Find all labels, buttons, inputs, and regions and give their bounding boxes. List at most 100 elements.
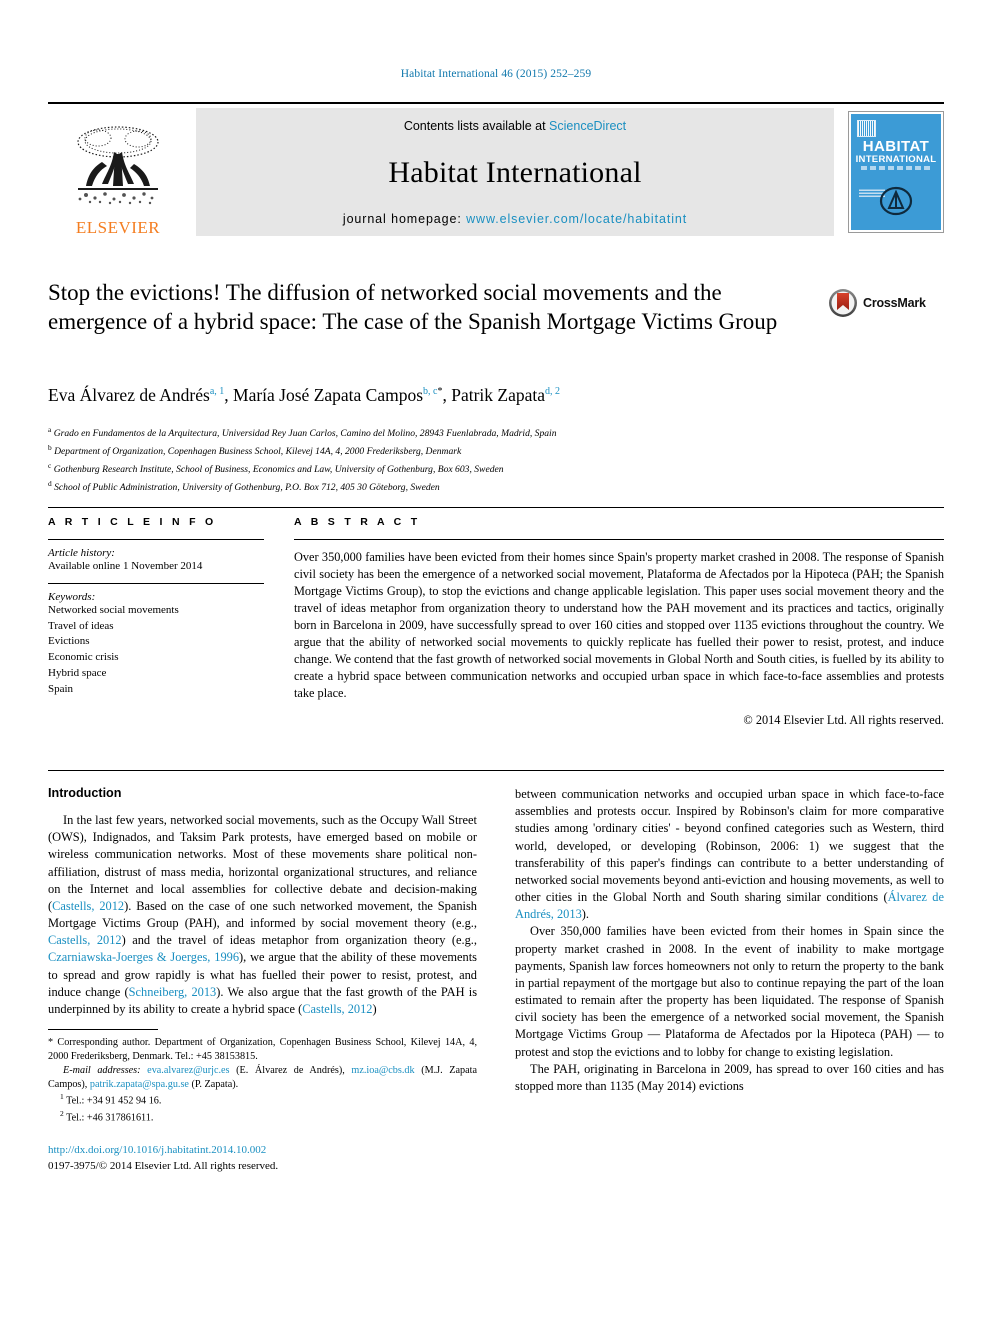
footnote-corresponding-author: * Corresponding author. Department of Or… (48, 1037, 477, 1063)
keywords-label: Keywords: (48, 590, 96, 603)
affiliation-text: Grado en Fundamentos de la Arquitectura,… (53, 428, 557, 440)
cover-subtitle-bars (861, 166, 931, 170)
journal-title: Habitat International (388, 155, 642, 189)
elsevier-logo: ELSEVIER (48, 108, 188, 236)
footnote-tel-1: 1 Tel.: +34 91 452 94 16. (48, 1092, 477, 1108)
citation-link[interactable]: Schneiberg, 2013 (129, 985, 217, 999)
doi-issn-block: http://dx.doi.org/10.1016/j.habitatint.2… (48, 1143, 477, 1174)
affiliation-mark: b (48, 443, 52, 453)
author-affiliation-marks[interactable]: b, c (423, 386, 437, 397)
affiliation-item: b Department of Organization, Copenhagen… (48, 442, 848, 460)
footnote-mark: 1 (60, 1092, 64, 1102)
abstract-copyright: © 2014 Elsevier Ltd. All rights reserved… (743, 712, 944, 727)
paragraph-text: ) (372, 1001, 377, 1016)
footnote-mark: 2 (60, 1108, 64, 1118)
article-history-value: Available online 1 November 2014 (48, 560, 203, 572)
elsevier-tree-icon (77, 126, 159, 205)
keyword-item: Travel of ideas (48, 619, 114, 632)
author-list: Eva Álvarez de Andrésa, 1, María José Za… (48, 385, 561, 405)
affiliation-mark: c (48, 461, 52, 471)
habitat-emblem-icon (879, 186, 913, 216)
footnote-text: Tel.: +46 317861611. (66, 1112, 154, 1124)
paper-page: Habitat International 46 (2015) 252–259 (0, 0, 992, 1323)
citation-link[interactable]: Castells, 2012 (52, 899, 124, 913)
journal-homepage-link[interactable]: www.elsevier.com/locate/habitatint (466, 212, 687, 226)
email-owner: (E. Álvarez de Andrés), (236, 1065, 345, 1077)
email-link[interactable]: patrik.zapata@spa.gu.se (90, 1079, 189, 1090)
contents-prefix: Contents lists available at (403, 119, 550, 133)
sciencedirect-link[interactable]: ScienceDirect (549, 119, 626, 133)
paragraph-text: between communication networks and occup… (515, 787, 944, 905)
keyword-item: Hybrid space (48, 667, 107, 680)
body-column-right: between communication networks and occup… (515, 786, 944, 1175)
affiliation-text: Department of Organization, Copenhagen B… (54, 446, 462, 458)
affiliation-item: c Gothenburg Research Institute, School … (48, 460, 848, 478)
elsevier-wordmark: ELSEVIER (75, 218, 161, 237)
body-top-rule (48, 770, 944, 771)
article-history-label: Article history: (48, 547, 115, 559)
cover-title-line2: INTERNATIONAL (855, 154, 937, 165)
keywords-group: Keywords: Networked social movements Tra… (48, 584, 264, 707)
page-title: Stop the evictions! The diffusion of net… (48, 280, 778, 335)
crossmark-label: CrossMark (863, 296, 926, 310)
corresponding-author-marker[interactable]: * (437, 386, 442, 397)
email-owner: (P. Zapata). (191, 1079, 239, 1091)
section-heading-introduction: Introduction (48, 786, 122, 800)
footnote-separator (48, 1029, 158, 1031)
citation-link[interactable]: Czarniawska-Joerges & Joerges, 1996 (48, 950, 239, 964)
title-block: Stop the evictions! The diffusion of net… (48, 278, 808, 337)
crossmark-icon (829, 289, 857, 317)
citation-link[interactable]: Castells, 2012 (302, 1002, 372, 1016)
keyword-item: Networked social movements (48, 603, 179, 616)
author-name: Patrik Zapata (451, 385, 546, 405)
paragraph: In the last few years, networked social … (48, 812, 477, 1018)
abstract-text: Over 350,000 families have been evicted … (294, 550, 944, 700)
author-name: María José Zapata Campos (233, 385, 424, 405)
crossmark-badge[interactable]: CrossMark (828, 288, 926, 318)
footnote-emails: E-mail addresses: eva.alvarez@urjc.es (E… (48, 1064, 477, 1092)
paragraph: Over 350,000 families have been evicted … (515, 924, 944, 1059)
author-name: Eva Álvarez de Andrés (48, 385, 210, 405)
running-head: Habitat International 46 (2015) 252–259 (400, 68, 592, 80)
author-affiliation-marks[interactable]: a, 1 (210, 386, 224, 397)
paragraph: between communication networks and occup… (515, 786, 944, 923)
journal-masthead: ELSEVIER Contents lists available at Sci… (48, 102, 944, 236)
body-column-left: Introduction In the last few years, netw… (48, 786, 477, 1175)
paragraph: The PAH, originating in Barcelona in 200… (515, 1061, 944, 1093)
affiliation-list: a Grado en Fundamentos de la Arquitectur… (48, 424, 848, 496)
issn-copyright-line: 0197-3975/© 2014 Elsevier Ltd. All right… (48, 1159, 279, 1172)
doi-link[interactable]: http://dx.doi.org/10.1016/j.habitatint.2… (48, 1143, 477, 1159)
author-affiliation-marks[interactable]: d, 2 (545, 386, 560, 397)
journal-band: Contents lists available at ScienceDirec… (196, 108, 834, 236)
keyword-item: Economic crisis (48, 651, 119, 664)
footnote-text: Tel.: +34 91 452 94 16. (66, 1095, 162, 1107)
footnote-tel-2: 2 Tel.: +46 317861611. (48, 1109, 477, 1125)
article-history-group: Article history: Available online 1 Nove… (48, 540, 264, 583)
cover-title-line1: HABITAT (862, 138, 930, 155)
email-label: E-mail addresses: (63, 1065, 141, 1077)
body-columns: Introduction In the last few years, netw… (48, 786, 944, 1175)
keyword-item: Evictions (48, 635, 90, 648)
paragraph-text: ). (581, 907, 589, 922)
article-info-column: A R T I C L E I N F O Article history: A… (48, 516, 264, 728)
contents-list-line: Contents lists available at ScienceDirec… (404, 119, 626, 133)
affiliation-item: d School of Public Administration, Unive… (48, 478, 848, 496)
info-abstract-section: A R T I C L E I N F O Article history: A… (48, 516, 944, 728)
affiliation-mark: a (48, 425, 52, 434)
paragraph-text: ) and the travel of ideas metaphor from … (121, 933, 477, 948)
info-section-top-rule (48, 507, 944, 508)
journal-cover-thumbnail: HABITAT INTERNATIONAL (848, 111, 944, 233)
affiliation-mark: d (48, 479, 52, 489)
affiliation-text: School of Public Administration, Univers… (54, 482, 440, 494)
email-link[interactable]: mz.ioa@cbs.dk (351, 1065, 414, 1076)
cover-barcode-icon (857, 120, 876, 137)
abstract-heading: A B S T R A C T (294, 516, 421, 528)
keyword-item: Spain (48, 683, 74, 696)
citation-link[interactable]: Castells, 2012 (48, 933, 122, 947)
homepage-prefix: journal homepage: (342, 212, 467, 226)
affiliation-text: Gothenburg Research Institute, School of… (53, 464, 504, 476)
article-info-heading: A R T I C L E I N F O (48, 516, 217, 528)
affiliation-item: a Grado en Fundamentos de la Arquitectur… (48, 424, 848, 442)
abstract-column: A B S T R A C T Over 350,000 families ha… (294, 516, 944, 728)
email-link[interactable]: eva.alvarez@urjc.es (147, 1065, 229, 1076)
